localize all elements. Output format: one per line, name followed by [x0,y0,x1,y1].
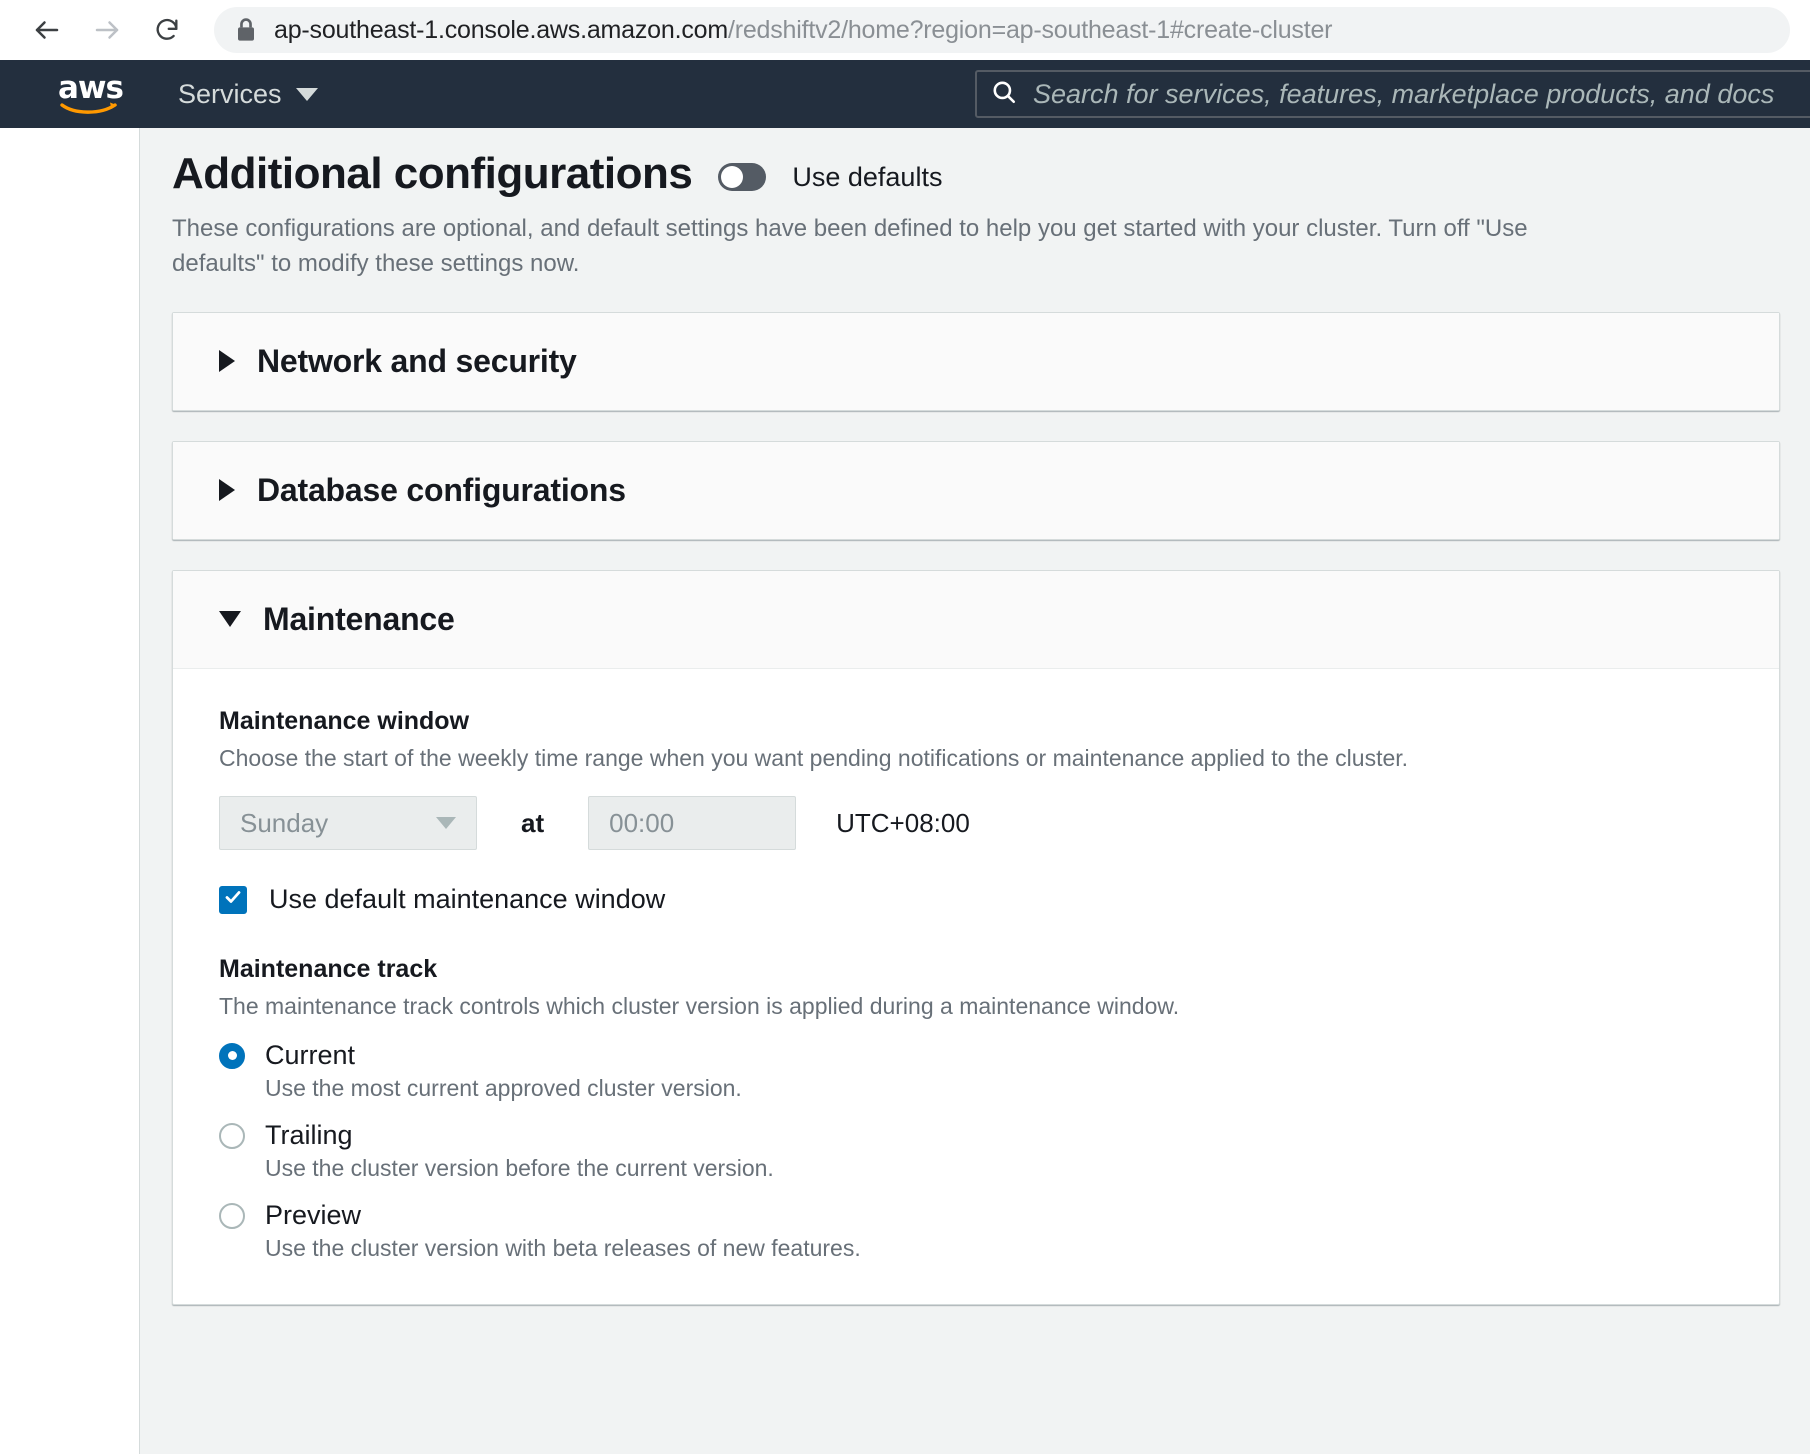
back-arrow-icon [32,15,62,45]
address-bar[interactable]: ap-southeast-1.console.aws.amazon.com/re… [214,7,1790,53]
panel-header-network-and-security[interactable]: Network and security [173,312,1779,410]
maintenance-day-select[interactable]: Sunday [219,796,477,851]
page-title: Additional configurations [172,149,693,198]
at-label: at [521,807,545,838]
reload-icon [153,16,181,44]
page-description: These configurations are optional, and d… [172,215,1528,278]
chevron-right-icon [219,350,235,373]
radio-desc-current: Use the most current approved cluster ve… [265,1075,742,1102]
chevron-down-icon [295,87,318,101]
check-icon [223,887,243,912]
panel-network-and-security: Network and security [172,311,1780,411]
radio-row-trailing[interactable]: Trailing [219,1120,1733,1151]
aws-logo[interactable]: aws [58,73,124,115]
maintenance-window-hint: Choose the start of the weekly time rang… [219,744,1409,771]
radio-row-preview[interactable]: Preview [219,1200,1733,1231]
reload-button[interactable] [140,3,194,57]
aws-smile-icon [60,102,117,114]
panel-title-database-configurations: Database configurations [257,471,626,508]
search-placeholder: Search for services, features, marketpla… [1033,78,1775,109]
browser-toolbar: ap-southeast-1.console.aws.amazon.com/re… [0,0,1810,60]
services-menu[interactable]: Services [178,79,318,110]
left-sidebar [0,128,140,1454]
forward-button[interactable] [80,3,134,57]
page-header: Additional configurations Use defaults [172,149,1780,198]
maintenance-window-controls: Sunday at 00:00 UTC+08:00 [219,796,1733,851]
timezone-label: UTC+08:00 [836,807,970,838]
use-defaults-toggle[interactable] [718,163,767,192]
panel-maintenance: Maintenance Maintenance window Choose th… [172,569,1780,1306]
radio-desc-trailing: Use the cluster version before the curre… [265,1155,774,1182]
maintenance-window-label: Maintenance window [219,706,470,735]
maintenance-body: Maintenance window Choose the start of t… [173,669,1779,1304]
radio-label-current[interactable]: Current [265,1040,355,1071]
radio-trailing[interactable] [219,1122,245,1149]
aws-top-navigation: aws Services Search for services, featur… [0,60,1810,128]
panel-header-database-configurations[interactable]: Database configurations [173,441,1779,539]
services-label: Services [178,78,282,109]
radio-item-current: Current Use the most current approved cl… [219,1040,1733,1102]
url-text: ap-southeast-1.console.aws.amazon.com/re… [274,16,1332,45]
back-button[interactable] [20,3,74,57]
use-defaults-label[interactable]: Use defaults [792,162,942,193]
page-body: Additional configurations Use defaults T… [0,128,1810,1454]
forward-arrow-icon [92,15,122,45]
chevron-right-icon [219,479,235,502]
maintenance-track-hint: The maintenance track controls which clu… [219,993,1180,1020]
radio-row-current[interactable]: Current [219,1040,1733,1071]
maintenance-track-label: Maintenance track [219,955,438,984]
maintenance-track-block: Maintenance track The maintenance track … [219,955,1733,1262]
toggle-knob [721,166,744,189]
main-content: Additional configurations Use defaults T… [140,128,1810,1454]
url-path: /redshiftv2/home?region=ap-southeast-1#c… [727,15,1333,44]
radio-label-trailing[interactable]: Trailing [265,1120,353,1151]
use-default-maintenance-window-checkbox[interactable] [219,885,247,914]
search-icon [991,79,1017,110]
maintenance-time-value: 00:00 [609,807,675,838]
chevron-down-icon [436,817,456,830]
radio-current[interactable] [219,1042,245,1069]
radio-dot-icon [227,1051,237,1061]
radio-preview[interactable] [219,1202,245,1229]
chevron-down-icon [219,611,241,628]
url-host: ap-southeast-1.console.aws.amazon.com [274,15,728,44]
lock-icon [236,18,256,42]
radio-item-trailing: Trailing Use the cluster version before … [219,1120,1733,1182]
radio-label-preview[interactable]: Preview [265,1200,361,1231]
radio-item-preview: Preview Use the cluster version with bet… [219,1200,1733,1262]
panel-title-maintenance: Maintenance [263,600,455,637]
maintenance-time-input[interactable]: 00:00 [588,796,797,851]
aws-search-bar[interactable]: Search for services, features, marketpla… [975,70,1810,118]
radio-desc-preview: Use the cluster version with beta releas… [265,1235,861,1262]
use-default-maintenance-window-row[interactable]: Use default maintenance window [219,884,1733,915]
panel-database-configurations: Database configurations [172,440,1780,540]
maintenance-day-value: Sunday [240,807,329,838]
use-default-maintenance-window-label[interactable]: Use default maintenance window [269,884,665,915]
panel-header-maintenance[interactable]: Maintenance [173,570,1779,669]
panel-title-network-and-security: Network and security [257,342,577,379]
